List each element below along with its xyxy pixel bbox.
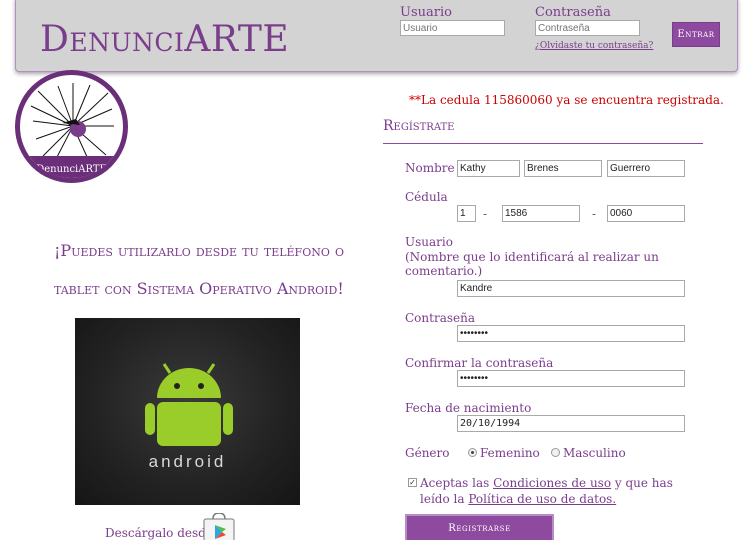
google-play-icon[interactable] (202, 513, 236, 540)
terms-text: Aceptas las Condiciones de uso y que has… (420, 475, 705, 507)
cedula-part3-field[interactable]: 0060 (607, 205, 685, 222)
android-image: android (75, 318, 300, 505)
cedula-label: Cédula (405, 190, 448, 204)
gender-female-radio[interactable] (468, 448, 477, 457)
cedula-separator: - (592, 207, 597, 221)
login-user-input[interactable] (400, 20, 505, 36)
terms-checkbox[interactable]: ✓ (408, 478, 417, 487)
login-pass-input[interactable] (535, 20, 640, 36)
forgot-password-link[interactable]: ¿Olvidaste tu contraseña? (535, 41, 653, 51)
terms-of-use-link[interactable]: Condiciones de uso (493, 476, 611, 490)
nombre-label: Nombre (405, 161, 455, 175)
username-field[interactable]: Kandre (457, 280, 685, 297)
brand-title: DenunciARTE (40, 19, 290, 60)
password-field[interactable]: •••••••• (457, 325, 685, 342)
privacy-policy-link[interactable]: Política de uso de datos. (468, 492, 616, 506)
gender-male-radio[interactable] (551, 448, 560, 457)
terms-prefix: Aceptas las (420, 476, 490, 490)
usuario-label: Usuario (405, 235, 453, 249)
logo-caption: DenunciARTE (36, 164, 107, 175)
birthdate-field[interactable]: 20/10/1994 (457, 415, 685, 432)
android-promo-text: ¡Puedes utilizarlo desde tu teléfono o t… (54, 241, 344, 298)
usuario-hint: (Nombre que lo identificará al realizar … (405, 250, 659, 278)
birthdate-label: Fecha de nacimiento (405, 401, 532, 415)
android-robot-icon (145, 363, 233, 446)
register-title: Regístrate (383, 118, 455, 134)
confirm-password-label: Confirmar la contraseña (405, 356, 554, 370)
cedula-part1-field[interactable]: 1 (457, 205, 476, 222)
top-header: DenunciARTE Usuario Contraseña ¿Olvidast… (15, 0, 738, 72)
gender-female-label: Femenino (480, 446, 540, 460)
register-button[interactable]: Registrarse (405, 514, 554, 540)
login-pass-label: Contraseña (535, 5, 611, 20)
password-label: Contraseña (405, 311, 475, 325)
logo-splash-icon (30, 83, 114, 160)
gender-male-label: Masculino (563, 446, 626, 460)
cedula-separator: - (483, 207, 488, 221)
gender-label: Género (405, 446, 450, 460)
cedula-part2-field[interactable]: 1586 (502, 205, 580, 222)
confirm-password-field[interactable]: •••••••• (457, 370, 685, 387)
android-wordmark: android (148, 452, 227, 471)
login-button[interactable]: Entrar (672, 22, 720, 47)
second-last-name-field[interactable]: Guerrero (607, 160, 685, 177)
divider (383, 143, 703, 144)
download-text: Descárgalo desde (105, 526, 213, 540)
login-user-label: Usuario (400, 5, 452, 20)
last-name-field[interactable]: Brenes (524, 160, 602, 177)
first-name-field[interactable]: Kathy (457, 160, 520, 177)
app-logo: DenunciARTE (15, 70, 128, 183)
error-message: **La cedula 115860060 ya se encuentra re… (409, 93, 724, 107)
